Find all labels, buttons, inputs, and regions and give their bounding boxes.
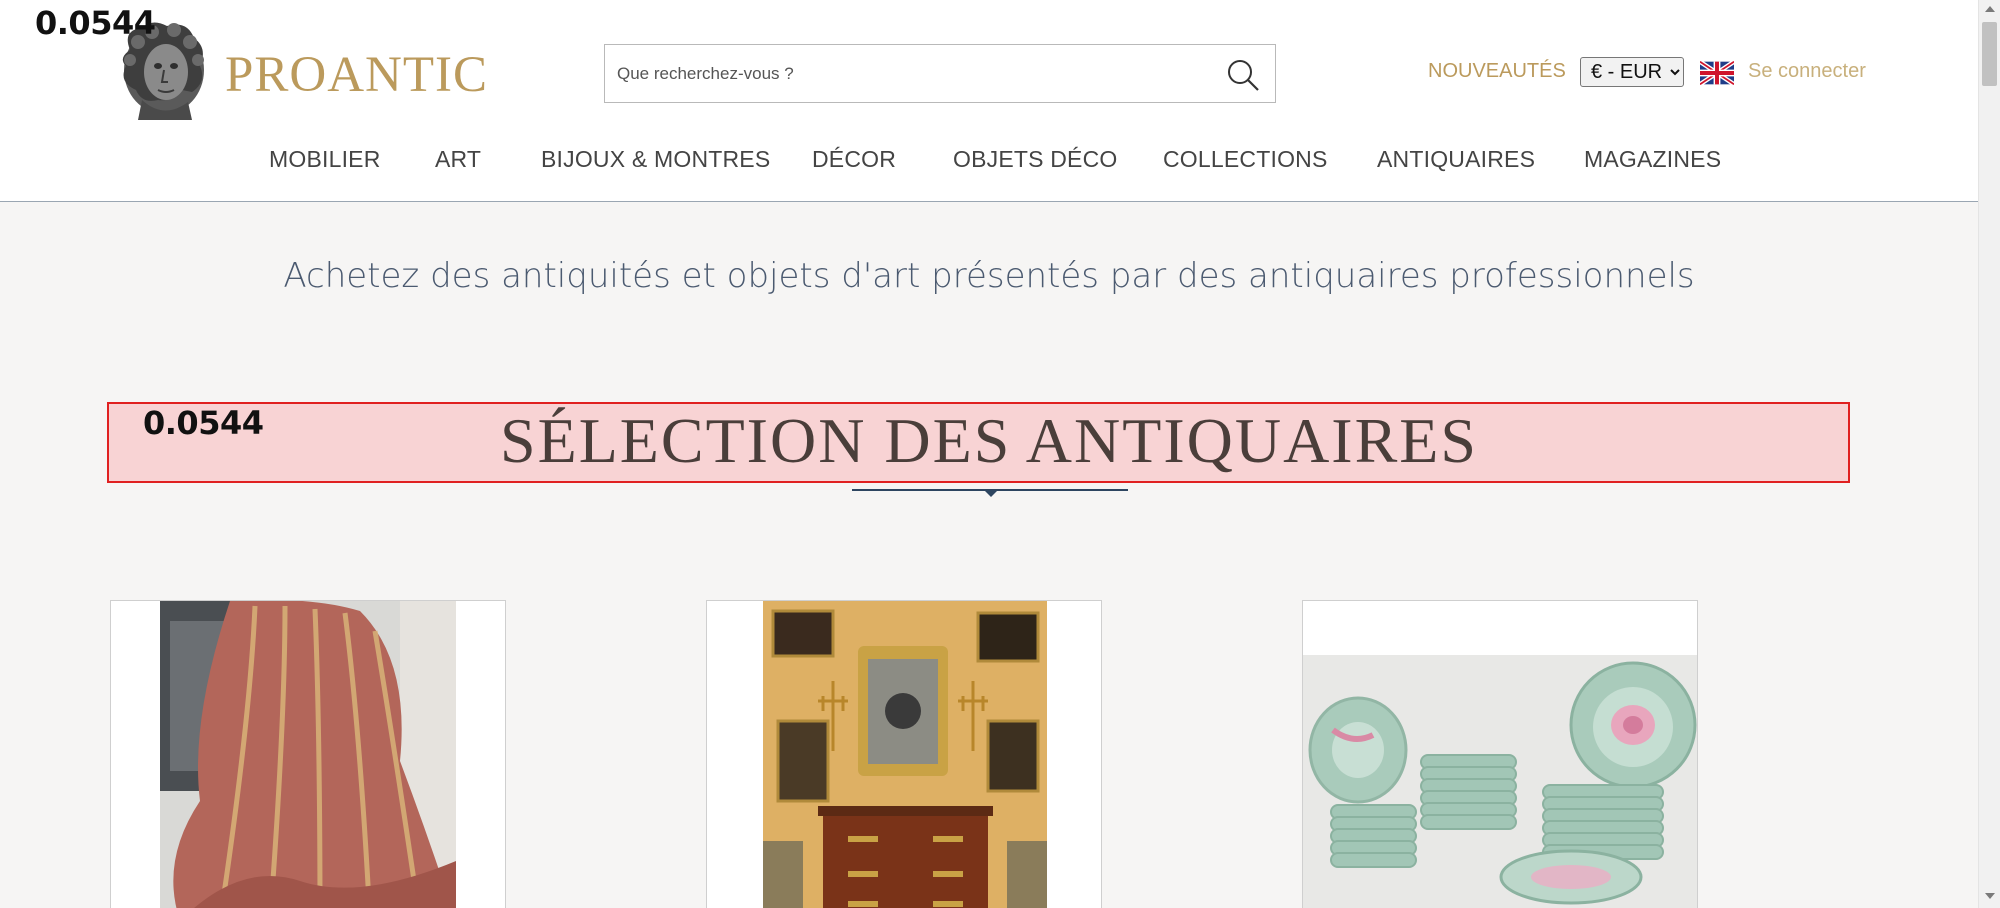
product-card-porcelain[interactable] [1302,600,1698,908]
nav-item-collections[interactable]: COLLECTIONS [1163,146,1328,173]
section-title: SÉLECTION DES ANTIQUAIRES [500,405,1478,476]
score-label-top: 0.0544 [35,4,156,42]
main-nav: MOBILIER ART BIJOUX & MONTRES DÉCOR OBJE… [0,146,1978,182]
section-divider-caret [984,490,998,497]
scroll-up-icon[interactable] [1985,6,1995,12]
score-label-section: 0.0544 [143,404,264,442]
nav-item-decor[interactable]: DÉCOR [812,146,896,173]
nav-item-antiquaires[interactable]: ANTIQUAIRES [1377,146,1535,173]
scroll-down-icon[interactable] [1985,893,1995,899]
nav-item-bijoux-montres[interactable]: BIJOUX & MONTRES [541,146,770,173]
product-image-fabric [160,601,456,908]
search-bar [604,44,1276,103]
currency-select[interactable]: € - EUR [1580,57,1684,87]
login-link[interactable]: Se connecter [1748,60,1866,83]
nav-item-objets-deco[interactable]: OBJETS DÉCO [953,146,1118,173]
product-card-commode[interactable] [706,600,1102,908]
nav-item-magazines[interactable]: MAGAZINES [1584,146,1721,173]
uk-flag-icon[interactable] [1700,61,1734,85]
search-icon[interactable] [1225,57,1261,93]
nav-item-mobilier[interactable]: MOBILIER [269,146,381,173]
page-scrollbar[interactable] [1978,0,2000,908]
product-image-commode [763,601,1047,908]
page-tagline: Achetez des antiquités et objets d'art p… [283,256,1695,296]
product-card-fabric[interactable] [110,600,506,908]
brand-logo-text[interactable]: PROANTIC [225,46,488,104]
search-input[interactable] [617,45,1197,102]
product-image-porcelain [1303,655,1697,908]
scrollbar-thumb[interactable] [1982,22,1997,86]
new-items-link[interactable]: NOUVEAUTÉS [1428,60,1566,83]
nav-item-art[interactable]: ART [435,146,481,173]
